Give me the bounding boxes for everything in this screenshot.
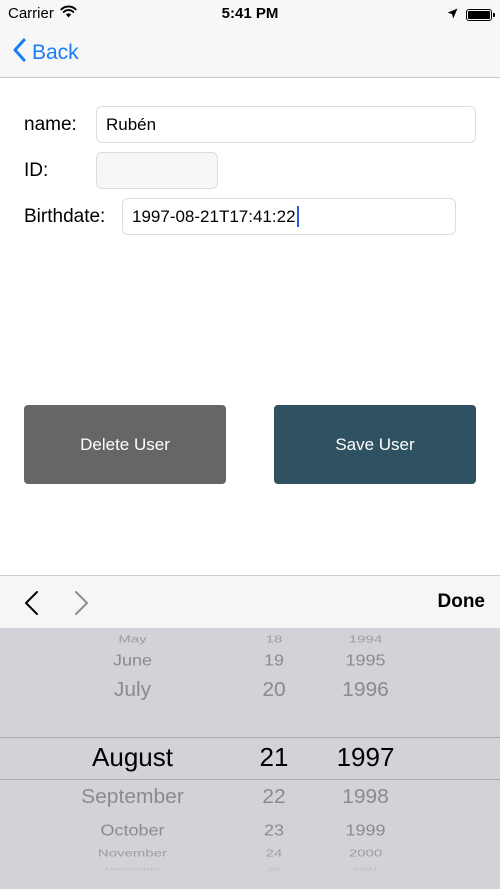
id-field[interactable] [96,152,218,189]
done-button[interactable]: Done [438,591,486,613]
input-accessory-toolbar: Done [0,575,500,628]
year-option[interactable]: 1994 [318,632,413,647]
day-selected[interactable]: 21 [238,741,310,773]
next-field-button[interactable] [73,590,91,621]
day-option[interactable]: 22 [238,783,310,809]
year-option[interactable]: 2000 [318,846,413,861]
month-option[interactable]: November [40,846,225,861]
year-option[interactable]: 1996 [318,676,413,702]
month-selected[interactable]: August [40,741,225,773]
status-time: 5:41 PM [221,5,279,22]
day-option[interactable]: 23 [238,819,310,840]
previous-field-button[interactable] [22,590,40,621]
name-value: Rubén [106,114,157,134]
delete-user-label: Delete User [80,434,170,454]
birthdate-label: Birthdate: [24,206,106,227]
save-user-button[interactable]: Save User [274,405,476,484]
month-option[interactable]: July [40,676,225,702]
status-bar: Carrier 5:41 PM [0,0,500,28]
month-option[interactable]: October [40,819,225,840]
day-wheel[interactable]: 171819202122232425 [238,628,310,889]
birthdate-field[interactable]: 1997-08-21T17:41:22 [122,198,456,235]
year-selected[interactable]: 1997 [318,741,413,773]
year-option[interactable]: 1999 [318,819,413,840]
day-option[interactable]: 18 [238,632,310,647]
location-arrow-icon [447,6,458,23]
day-option[interactable]: 20 [238,676,310,702]
status-right [447,6,495,23]
month-option[interactable]: June [40,649,225,670]
year-option[interactable]: 1995 [318,649,413,670]
month-option[interactable]: December [40,866,225,872]
text-cursor [296,206,299,227]
year-option[interactable]: 1998 [318,783,413,809]
year-option[interactable]: 2001 [318,866,413,872]
back-label: Back [32,41,79,64]
day-option[interactable]: 24 [238,846,310,861]
delete-user-button[interactable]: Delete User [24,405,226,484]
month-wheel[interactable]: AprilMayJuneJulyAugustSeptemberOctoberNo… [40,628,225,889]
day-option[interactable]: 25 [238,866,310,872]
day-option[interactable]: 19 [238,649,310,670]
name-field[interactable]: Rubén [96,106,476,143]
date-picker: AprilMayJuneJulyAugustSeptemberOctoberNo… [0,628,500,889]
id-label: ID: [24,160,49,181]
month-option[interactable]: May [40,632,225,647]
birthdate-value: 1997-08-21T17:41:22 [132,206,296,226]
battery-icon [466,8,495,21]
name-label: name: [24,114,77,135]
save-user-label: Save User [335,434,415,454]
chevron-left-icon [12,38,26,68]
month-option[interactable]: September [40,783,225,809]
navigation-bar: Back [0,28,500,78]
back-button[interactable]: Back [12,38,79,68]
year-wheel[interactable]: 199319941995199619971998199920002001 [318,628,413,889]
